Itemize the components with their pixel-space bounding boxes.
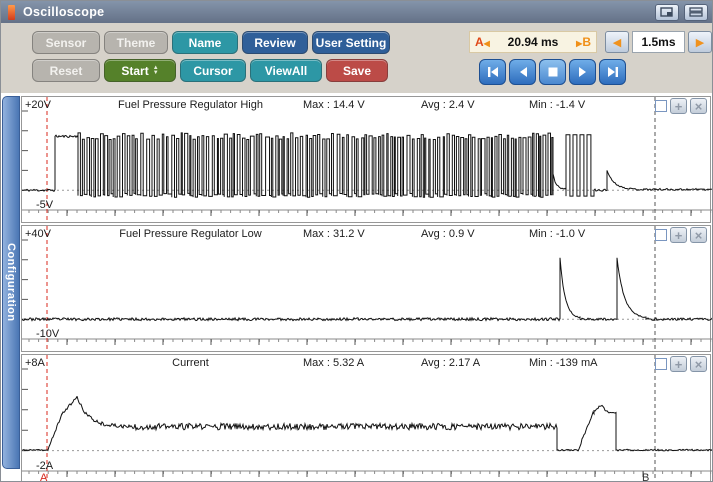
close-icon: × [695,358,703,371]
channel-1-plot[interactable] [22,97,713,222]
toolbar: Sensor Theme Name Review User Setting Re… [1,23,712,94]
zoom-channel-button[interactable]: + [670,227,687,243]
skip-to-end-icon [606,66,620,78]
channel-panel-1: +20V Fuel Pressure Regulator High Max : … [21,96,711,223]
title-bar: Oscilloscope [1,1,712,23]
channel-1-controls: + × [655,98,707,114]
stop-icon [547,66,559,78]
start-spinner-icon: ▲▼ [153,66,159,76]
channel-panel-2: +40V Fuel Pressure Regulator Low Max : 3… [21,225,711,352]
timebase-value: 1.5ms [632,31,685,53]
cursor-b-label: B [582,35,591,49]
ab-time-readout: A◀ 20.94 ms ▶B [469,31,597,53]
theme-button[interactable]: Theme [104,31,168,54]
play-forward-icon [577,66,589,78]
close-channel-button[interactable]: × [690,356,707,372]
channel-3-controls: + × [655,356,707,372]
toolbar-row-2: Reset Start ▲▼ Cursor ViewAll Save [32,59,388,82]
stop-button[interactable] [539,59,566,85]
name-button[interactable]: Name [172,31,238,54]
play-forward-button[interactable] [569,59,596,85]
restore-window-button[interactable] [655,4,679,21]
close-icon: × [695,229,703,242]
right-arrow-icon: ▶ [696,36,704,49]
tile-windows-icon [689,7,703,17]
close-channel-button[interactable]: × [690,227,707,243]
skip-to-start-icon [486,66,500,78]
timebase-increase-button[interactable]: ▶ [688,31,712,53]
reset-button[interactable]: Reset [32,59,100,82]
review-button[interactable]: Review [242,31,308,54]
plus-icon: + [675,229,683,242]
start-button[interactable]: Start ▲▼ [104,59,176,82]
tile-windows-button[interactable] [684,4,708,21]
ab-time-value: 20.94 ms [508,35,559,49]
plus-icon: + [675,100,683,113]
plus-icon: + [675,358,683,371]
app-icon [8,5,15,20]
playback-controls [479,59,626,85]
channel-2-plot[interactable] [22,226,713,351]
channel-2-controls: + × [655,227,707,243]
channel-select-checkbox[interactable] [655,229,667,241]
timebase-control: ◀ 1.5ms ▶ [605,31,712,53]
channel-select-checkbox[interactable] [655,358,667,370]
configuration-tab-label: Configuration [5,243,17,322]
skip-to-start-button[interactable] [479,59,506,85]
zoom-channel-button[interactable]: + [670,356,687,372]
oscilloscope-window: Oscilloscope Sensor Theme Name Review Us… [0,0,713,482]
viewall-button[interactable]: ViewAll [250,59,322,82]
window-title: Oscilloscope [23,5,650,19]
channel-panel-3: +8A Current Max : 5.32 A Avg : 2.17 A Mi… [21,354,711,482]
close-channel-button[interactable]: × [690,98,707,114]
close-icon: × [695,100,703,113]
skip-to-end-button[interactable] [599,59,626,85]
timebase-decrease-button[interactable]: ◀ [605,31,629,53]
channel-select-checkbox[interactable] [655,100,667,112]
configuration-tab[interactable]: Configuration [2,96,20,469]
toolbar-row-1: Sensor Theme Name Review User Setting [32,31,390,54]
zoom-channel-button[interactable]: + [670,98,687,114]
scope-area: Configuration +20V Fuel Pressure Regulat… [1,93,712,481]
user-setting-button[interactable]: User Setting [312,31,390,54]
cursor-a-label: A [475,35,484,49]
sensor-button[interactable]: Sensor [32,31,100,54]
cursor-button[interactable]: Cursor [180,59,246,82]
left-arrow-icon: ◀ [613,36,621,49]
step-back-icon [517,66,529,78]
cursor-a-arrow-icon: ◀ [484,39,490,48]
channel-panels: +20V Fuel Pressure Regulator High Max : … [21,96,711,482]
restore-window-icon [660,7,674,17]
save-button[interactable]: Save [326,59,388,82]
channel-3-plot[interactable] [22,355,713,482]
step-back-button[interactable] [509,59,536,85]
